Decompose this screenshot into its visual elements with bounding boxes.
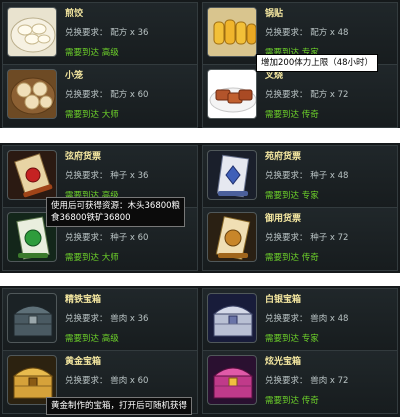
item-level-requirement: 需要到达 高级 <box>65 48 119 58</box>
scroll-red-icon <box>7 150 57 200</box>
item-title: 黄金宝箱 <box>65 357 102 367</box>
item-title: 精铁宝箱 <box>65 295 102 305</box>
item-requirement: 兑换要求： 种子 x 72 <box>265 233 349 243</box>
silver-chest-icon <box>207 293 257 343</box>
item-level-requirement: 需要到达 大师 <box>65 110 119 120</box>
potstickers-icon <box>207 7 257 57</box>
item-title: 弦府货票 <box>65 152 102 162</box>
dumplings-icon <box>7 7 57 57</box>
item-card-yuanfu-voucher[interactable]: 苑府货票 兑换要求： 种子 x 48 需要到达 专家 <box>202 145 398 209</box>
tooltip-text: 黄金制作的宝箱，打开后可随机获得 <box>51 401 188 411</box>
item-requirement: 兑换要求： 配方 x 72 <box>265 90 349 100</box>
item-level-requirement: 需要到达 专家 <box>265 334 319 344</box>
item-title: 苑府货票 <box>265 152 302 162</box>
item-level-requirement: 需要到达 专家 <box>265 191 319 201</box>
item-level-requirement: 需要到达 高级 <box>65 334 119 344</box>
scroll-gold-icon <box>207 212 257 262</box>
item-requirement: 兑换要求： 种子 x 60 <box>65 233 149 243</box>
item-requirement: 兑换要求： 兽肉 x 72 <box>265 376 349 386</box>
char-siu-icon <box>207 69 257 119</box>
item-requirement: 兑换要求： 配方 x 36 <box>65 28 149 38</box>
item-title: 御用货票 <box>265 214 302 224</box>
item-requirement: 兑换要求： 配方 x 48 <box>265 28 349 38</box>
item-requirement: 兑换要求： 种子 x 48 <box>265 171 349 181</box>
item-requirement: 兑换要求： 配方 x 60 <box>65 90 149 100</box>
item-card-dazzling-chest[interactable]: 炫光宝箱 兑换要求： 兽肉 x 72 需要到达 传奇 <box>202 350 398 414</box>
item-requirement: 兑换要求： 兽肉 x 48 <box>265 314 349 324</box>
tooltip-text: 增加200体力上限（48小时） <box>261 58 374 68</box>
tooltip-text-line-1: 使用后可获得资源：木头36800粮 <box>51 201 181 211</box>
item-requirement: 兑换要求： 种子 x 36 <box>65 171 149 181</box>
item-level-requirement: 需要到达 传奇 <box>265 396 319 406</box>
item-card-iron-chest[interactable]: 精铁宝箱 兑换要求： 兽肉 x 36 需要到达 高级 <box>2 288 198 352</box>
item-requirement: 兑换要求： 兽肉 x 60 <box>65 376 149 386</box>
item-card-chashao[interactable]: 叉烧 兑换要求： 配方 x 72 需要到达 传奇 <box>202 64 398 128</box>
stamina-tooltip: 增加200体力上限（48小时） <box>256 54 379 72</box>
scroll-blue-icon <box>207 150 257 200</box>
gold-chest-tooltip: 黄金制作的宝箱，打开后可随机获得 <box>46 397 193 415</box>
item-level-requirement: 需要到达 传奇 <box>265 110 319 120</box>
item-title: 炫光宝箱 <box>265 357 302 367</box>
iron-chest-icon <box>7 293 57 343</box>
resources-tooltip: 使用后可获得资源：木头36800粮 食36800铁矿36800 <box>46 197 186 227</box>
item-title: 煎饺 <box>65 9 84 19</box>
item-title: 小笼 <box>65 71 84 81</box>
item-level-requirement: 需要到达 大师 <box>65 253 119 263</box>
item-card-yuyong-voucher[interactable]: 御用货票 兑换要求： 种子 x 72 需要到达 传奇 <box>202 207 398 271</box>
steamed-buns-icon <box>7 69 57 119</box>
tooltip-text-line-2: 食36800铁矿36800 <box>51 213 131 223</box>
dazzling-chest-icon <box>207 355 257 405</box>
item-requirement: 兑换要求： 兽肉 x 36 <box>65 314 149 324</box>
item-title: 白银宝箱 <box>265 295 302 305</box>
item-card-xiaolong[interactable]: 小笼 兑换要求： 配方 x 60 需要到达 大师 <box>2 64 198 128</box>
item-card-silver-chest[interactable]: 白银宝箱 兑换要求： 兽肉 x 48 需要到达 专家 <box>202 288 398 352</box>
item-title: 锅贴 <box>265 9 284 19</box>
item-level-requirement: 需要到达 传奇 <box>265 253 319 263</box>
item-card-jianjiao[interactable]: 煎饺 兑换要求： 配方 x 36 需要到达 高级 <box>2 2 198 66</box>
